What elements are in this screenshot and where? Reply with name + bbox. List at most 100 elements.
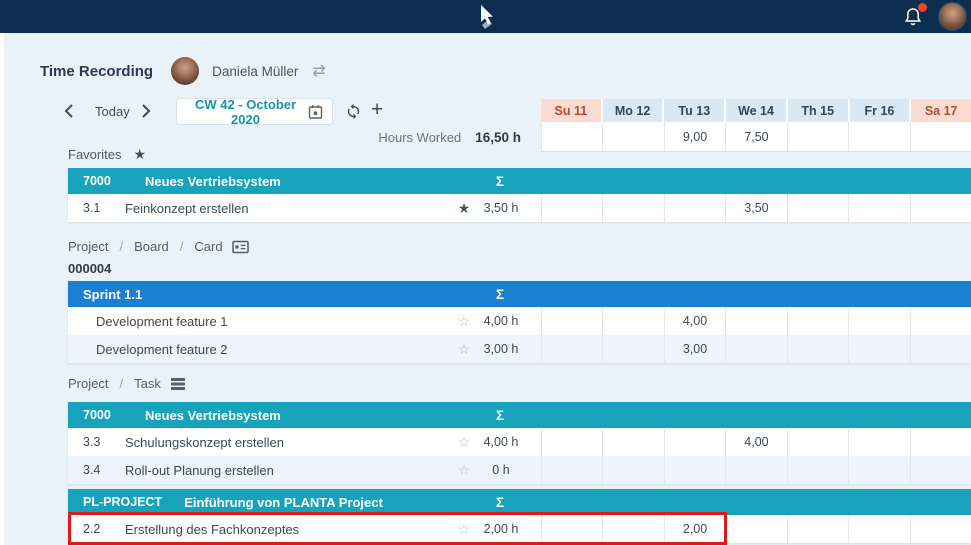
time-entry-cell[interactable] (602, 194, 663, 222)
time-entry-cell[interactable] (787, 456, 848, 484)
time-entry-cell[interactable] (602, 428, 663, 456)
project-code: PL-PROJECT (83, 495, 162, 509)
refresh-icon[interactable] (345, 103, 362, 120)
time-entry-cell[interactable] (664, 456, 725, 484)
table-row[interactable]: 3.4 Roll-out Planung erstellen 0 h (68, 456, 971, 484)
switch-user-icon[interactable]: ⇄ (312, 61, 325, 81)
time-entry-cell[interactable] (910, 515, 971, 543)
hours-worked-value: 16,50 h (475, 130, 521, 145)
time-entry-cell[interactable] (910, 307, 971, 335)
time-entry-cell[interactable] (725, 456, 786, 484)
time-entry-cell[interactable] (910, 335, 971, 363)
time-entry-cell[interactable] (664, 428, 725, 456)
time-entry-cell[interactable] (910, 428, 971, 456)
time-entry-cell[interactable]: 2,00 (664, 515, 725, 543)
breadcrumb-project[interactable]: Project (68, 376, 108, 391)
time-entry-cell[interactable] (910, 194, 971, 222)
time-entry-cell[interactable] (602, 335, 663, 363)
task-number: 3.1 (68, 201, 125, 215)
table-row[interactable]: 3.1 Feinkonzept erstellen 3,50 h 3,50 (68, 194, 971, 222)
row-label-zone: Development feature 2 3,00 h (68, 335, 541, 363)
day-header-su: Su 11 (541, 99, 603, 122)
day-header-tu: Tu 13 (664, 99, 726, 122)
breadcrumb-task-item[interactable]: Task (134, 376, 161, 391)
star-filled-icon[interactable] (133, 146, 146, 163)
time-entry-cell[interactable] (848, 515, 909, 543)
time-entry-cell[interactable] (787, 307, 848, 335)
time-entry-cell[interactable]: 4,00 (664, 307, 725, 335)
time-entry-cell[interactable] (787, 515, 848, 543)
breadcrumb-separator: / (180, 239, 184, 254)
task-hours: 4,00 h (475, 314, 527, 328)
favorite-star-icon[interactable] (455, 313, 473, 330)
time-entry-cell[interactable] (725, 335, 786, 363)
sum-symbol: Σ (486, 495, 514, 510)
time-entry-cell[interactable] (602, 515, 663, 543)
table-row[interactable]: 3.3 Schulungskonzept erstellen 4,00 h 4,… (68, 428, 971, 456)
time-entry-cell[interactable] (848, 335, 909, 363)
day-cells: 4,00 (541, 428, 971, 456)
time-entry-cell[interactable] (541, 307, 602, 335)
page-title: Time Recording (40, 63, 153, 80)
table-header: Sprint 1.1 Σ (68, 281, 971, 307)
time-entry-cell[interactable] (910, 456, 971, 484)
table-row[interactable]: Development feature 1 4,00 h 4,00 (68, 307, 971, 335)
week-picker[interactable]: CW 42 - October 2020 (177, 99, 332, 124)
time-entry-cell[interactable] (725, 515, 786, 543)
task-name: Roll-out Planung erstellen (125, 463, 455, 478)
table-row-highlighted[interactable]: 2.2 Erstellung des Fachkonzeptes 2,00 h … (68, 515, 971, 543)
favorite-star-icon[interactable] (455, 521, 473, 538)
time-entry-cell[interactable] (848, 307, 909, 335)
daily-total (848, 122, 909, 151)
page-header: Time Recording Daniela Müller ⇄ (40, 56, 326, 86)
time-entry-cell[interactable] (725, 307, 786, 335)
time-entry-cell[interactable] (787, 194, 848, 222)
table-header: PL-PROJECT Einführung von PLANTA Project… (68, 489, 971, 515)
row-label-zone: 3.1 Feinkonzept erstellen 3,50 h (68, 194, 541, 222)
day-cells: 3,50 (541, 194, 971, 222)
time-entry-cell[interactable] (787, 428, 848, 456)
time-entry-cell[interactable] (541, 428, 602, 456)
time-entry-cell[interactable]: 3,00 (664, 335, 725, 363)
today-button[interactable]: Today (95, 104, 130, 119)
time-entry-cell[interactable] (541, 194, 602, 222)
user-avatar[interactable] (938, 2, 967, 31)
breadcrumb-card[interactable]: Card (194, 239, 222, 254)
favorite-star-icon[interactable] (455, 434, 473, 451)
time-entry-cell[interactable] (541, 515, 602, 543)
breadcrumb-separator: / (119, 376, 123, 391)
table-row[interactable]: Development feature 2 3,00 h 3,00 (68, 335, 971, 363)
favorite-star-icon[interactable] (455, 462, 473, 479)
time-entry-cell[interactable] (664, 194, 725, 222)
cursor-icon (472, 4, 498, 31)
next-week-button[interactable] (141, 103, 151, 119)
time-entry-cell[interactable]: 4,00 (725, 428, 786, 456)
hours-worked-label: Hours Worked (378, 130, 461, 145)
day-header-th: Th 15 (788, 99, 850, 122)
day-header-sa: Sa 17 (911, 99, 971, 122)
time-entry-cell[interactable] (541, 456, 602, 484)
time-entry-cell[interactable] (848, 194, 909, 222)
employee-avatar[interactable] (171, 57, 199, 85)
task-number: 3.3 (68, 435, 125, 449)
time-entry-cell[interactable] (848, 456, 909, 484)
time-entry-cell[interactable] (848, 428, 909, 456)
day-header-row: Su 11 Mo 12 Tu 13 We 14 Th 15 Fr 16 Sa 1… (541, 99, 971, 122)
previous-week-button[interactable] (64, 103, 74, 119)
row-label-zone: 2.2 Erstellung des Fachkonzeptes 2,00 h (68, 515, 541, 543)
notification-badge (918, 3, 927, 12)
project-name: Neues Vertriebsystem (145, 408, 281, 423)
daily-total: 7,50 (725, 122, 786, 151)
favorite-star-icon[interactable] (455, 200, 473, 217)
time-entry-cell[interactable] (602, 307, 663, 335)
day-header-we: We 14 (726, 99, 788, 122)
add-entry-button[interactable]: + (371, 97, 383, 122)
day-cells: 2,00 (541, 515, 971, 543)
time-entry-cell[interactable] (602, 456, 663, 484)
favorite-star-icon[interactable] (455, 341, 473, 358)
breadcrumb-board[interactable]: Board (134, 239, 169, 254)
time-entry-cell[interactable] (541, 335, 602, 363)
time-entry-cell[interactable]: 3,50 (725, 194, 786, 222)
time-entry-cell[interactable] (787, 335, 848, 363)
breadcrumb-project[interactable]: Project (68, 239, 108, 254)
